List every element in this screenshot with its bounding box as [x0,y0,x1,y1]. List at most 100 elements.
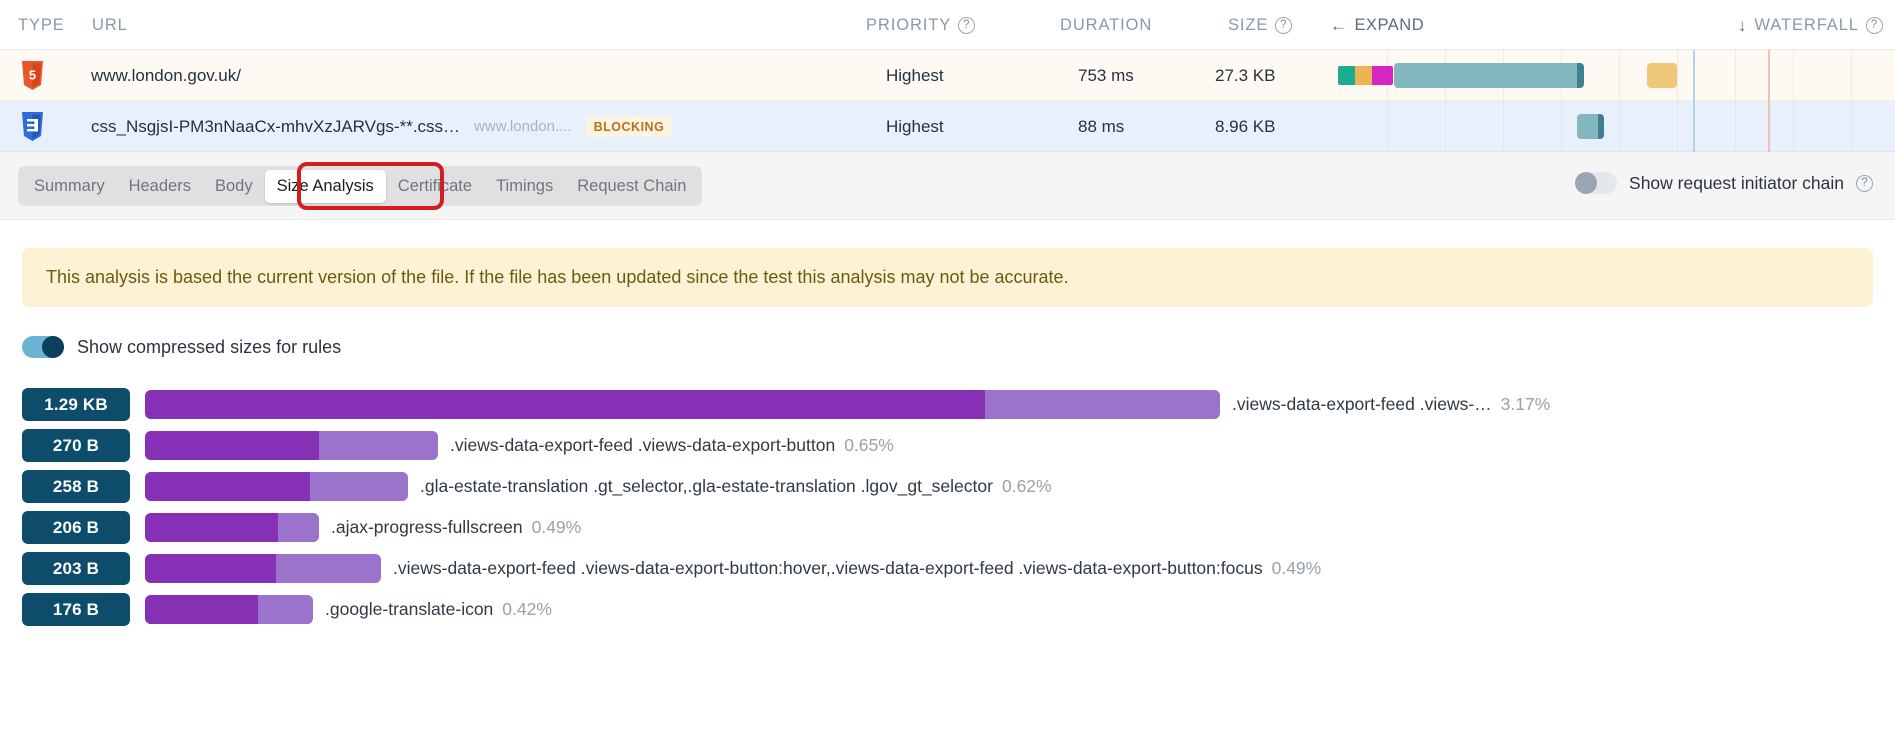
waterfall-help-icon[interactable]: ? [1865,17,1883,34]
column-header-duration-label: DURATION [1060,16,1153,34]
waterfall-dns-segment [1338,66,1355,85]
column-header-priority[interactable]: PRIORITY ? [866,16,976,35]
rule-percent-text: 0.49% [531,517,582,537]
list-item[interactable]: 206 B .ajax-progress-fullscreen 0.49% [22,507,1873,548]
rule-bar-uncompressed-portion [310,472,408,501]
rule-size-bar [145,595,313,624]
size-analysis-panel: This analysis is based the current versi… [0,248,1895,630]
rule-size-bar [145,431,438,460]
column-header-waterfall[interactable]: ↓ WATERFALL ? [1738,16,1883,35]
rule-bar-compressed-portion [145,472,310,501]
rule-selector-text: .google-translate-icon [325,599,494,619]
detail-tab-bar: Summary Headers Body Size Analysis Certi… [0,152,1895,220]
tab-certificate[interactable]: Certificate [386,170,484,203]
request-size-text: 27.3 KB [1215,65,1276,85]
tab-certificate-label: Certificate [397,176,473,195]
rule-bar-compressed-portion [145,554,276,583]
waterfall-cell[interactable] [1300,50,1895,101]
tab-body-label: Body [214,176,253,195]
request-duration: 753 ms [1078,50,1134,101]
request-size: 8.96 KB [1215,101,1276,152]
rule-bar-compressed-portion [145,431,319,460]
priority-help-icon[interactable]: ? [958,17,976,34]
rule-bar-uncompressed-portion [319,431,438,460]
tab-timings[interactable]: Timings [484,170,565,203]
rule-bar-uncompressed-portion [258,595,313,624]
initiator-chain-label: Show request initiator chain [1629,172,1844,193]
rule-percent-text: 0.49% [1271,558,1322,578]
tab-timings-label: Timings [496,176,554,195]
request-url-text: www.london.gov.uk/ [91,65,241,85]
list-item[interactable]: 1.29 KB .views-data-export-feed .views-… 3… [22,384,1873,425]
rule-size-bar [145,554,381,583]
status-badge: BLOCKING [585,116,673,137]
request-duration-text: 88 ms [1078,116,1125,136]
request-table-header: TYPE URL PRIORITY ? DURATION SIZE ? ← EX… [0,0,1895,50]
waterfall-download-bar [1394,63,1583,88]
request-size: 27.3 KB [1215,50,1276,101]
rule-selector-text: .ajax-progress-fullscreen [331,517,523,537]
initiator-chain-help-icon[interactable]: ? [1856,174,1873,192]
rule-percent-text: 0.62% [1001,476,1052,496]
rule-size-bar [145,472,408,501]
column-header-url[interactable]: URL [92,16,128,35]
rule-bar-compressed-portion [145,390,985,419]
rule-selector-text: .views-data-export-feed .views-… [1232,394,1492,414]
request-priority: Highest [886,50,944,101]
rule-size-badge: 176 B [22,593,130,626]
list-item[interactable]: 203 B .views-data-export-feed .views-data… [22,548,1873,589]
compressed-sizes-toggle[interactable] [22,336,64,358]
request-host-text: www.london.... [474,118,572,135]
waterfall-cell[interactable] [1300,101,1895,152]
size-analysis-rule-list: 1.29 KB .views-data-export-feed .views-… 3… [22,384,1873,630]
size-help-icon[interactable]: ? [1275,17,1293,34]
html5-icon: 5 [20,50,45,101]
list-item[interactable]: 258 B .gla-estate-translation .gt_selecto… [22,466,1873,507]
column-header-expand[interactable]: ← EXPAND [1330,16,1424,35]
analysis-warning-banner: This analysis is based the current versi… [22,248,1873,307]
rule-percent-text: 0.42% [502,599,552,619]
list-item[interactable]: 270 B .views-data-export-feed .views-data… [22,425,1873,466]
initiator-chain-toggle-group: Show request initiator chain ? [1575,172,1873,194]
initiator-chain-toggle[interactable] [1575,172,1618,194]
waterfall-ssl-segment [1372,66,1393,85]
rule-size-badge: 258 B [22,470,130,503]
svg-text:5: 5 [29,67,36,82]
column-header-size[interactable]: SIZE ? [1228,16,1293,35]
request-priority-text: Highest [886,65,944,85]
tab-request-chain[interactable]: Request Chain [565,170,698,203]
request-size-text: 8.96 KB [1215,116,1276,136]
waterfall-ttfb-marker [1577,63,1584,88]
request-url[interactable]: css_NsgjsI-PM3nNaaCx-mhvXzJARVgs-**.css…… [91,101,673,152]
rule-size-badge: 1.29 KB [22,388,130,421]
rule-size-badge: 270 B [22,429,130,462]
request-url[interactable]: www.london.gov.uk/ [91,50,241,101]
rule-bar-uncompressed-portion [985,390,1220,419]
tab-headers[interactable]: Headers [117,170,203,203]
tab-size-analysis[interactable]: Size Analysis [264,169,386,203]
rule-percent-text: 0.65% [844,435,894,455]
tab-body[interactable]: Body [203,170,265,203]
tab-summary[interactable]: Summary [22,170,117,203]
column-header-size-label: SIZE [1228,16,1269,34]
rule-selector-text: .views-data-export-feed .views-data-expo… [450,435,836,455]
table-row[interactable]: css_NsgjsI-PM3nNaaCx-mhvXzJARVgs-**.css…… [0,101,1895,152]
compressed-sizes-toggle-group: Show compressed sizes for rules [22,336,1873,358]
rule-bar-uncompressed-portion [276,554,381,583]
arrow-left-icon: ← [1330,16,1348,35]
compressed-sizes-label: Show compressed sizes for rules [77,336,342,357]
rule-size-bar [145,513,319,542]
tab-headers-label: Headers [128,176,191,195]
waterfall-ttfb-marker [1598,114,1604,139]
request-duration: 88 ms [1078,101,1124,152]
column-header-type[interactable]: TYPE [18,16,65,35]
list-item[interactable]: 176 B .google-translate-icon 0.42% [22,589,1873,630]
column-header-waterfall-label: WATERFALL [1754,16,1859,34]
rule-percent-text: 3.17% [1500,394,1551,414]
table-row[interactable]: 5 www.london.gov.uk/ Highest 753 ms 27.3… [0,50,1895,101]
column-header-duration[interactable]: DURATION [1060,16,1152,35]
rule-bar-compressed-portion [145,595,258,624]
analysis-warning-text: This analysis is based the current versi… [46,267,1069,287]
rule-bar-compressed-portion [145,513,278,542]
rule-selector-text: .views-data-export-feed .views-data-expo… [393,558,1263,578]
